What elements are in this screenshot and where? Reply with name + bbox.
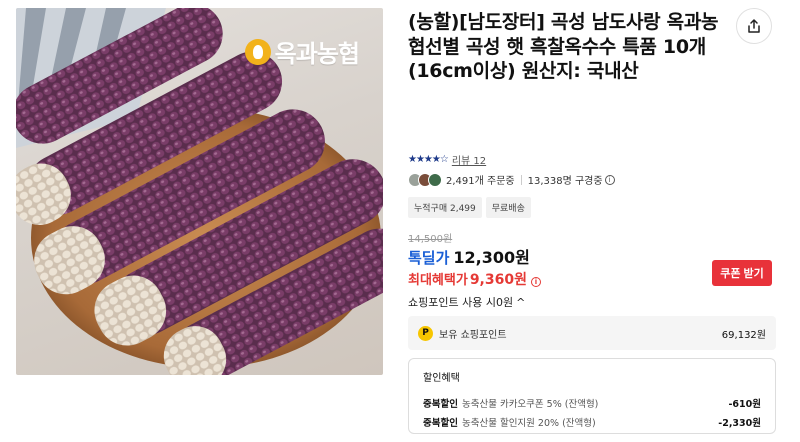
cumulative-purchase-tag: 누적구매 2,499 <box>408 197 482 218</box>
rating-row: ★★★★☆ 리뷰 12 <box>408 152 486 167</box>
deal-price-row: 톡딜가 12,300원 <box>408 244 530 268</box>
deal-price-value: 12,300원 <box>453 248 530 267</box>
discount-title: 할인혜택 <box>423 373 460 384</box>
discount-kind: 중복할인 <box>423 399 458 410</box>
discount-desc: 농축산물 할인지원 20% (잔액형) <box>461 418 596 429</box>
points-balance-box: P 보유 쇼핑포인트 69,132원 <box>408 316 776 350</box>
free-shipping-tag: 무료배송 <box>485 197 531 218</box>
original-price: 14,500원 <box>408 234 453 245</box>
avatar <box>428 172 442 187</box>
order-count: 2,491개 주문중 <box>446 176 515 187</box>
product-image: 옥과농협 <box>16 8 383 375</box>
discount-desc: 농축산물 카카오쿠폰 5% (잔액형) <box>461 399 599 410</box>
max-benefit-value: 9,360원 <box>469 272 527 288</box>
discount-kind: 중복할인 <box>423 418 458 429</box>
max-benefit-row: 최대혜택가 9,360원 i <box>408 269 541 289</box>
stats-row: 2,491개 주문중 13,338명 구경중 i <box>408 172 615 187</box>
discount-line: 중복할인 농축산물 카카오쿠폰 5% (잔액형) -610원 <box>423 396 761 410</box>
chevron-up-icon: ^ <box>516 295 526 309</box>
share-icon <box>748 19 760 33</box>
buyer-avatars <box>408 172 442 187</box>
info-icon[interactable]: i <box>604 174 615 185</box>
review-link[interactable]: 리뷰 12 <box>452 152 486 167</box>
points-usage-label: 쇼핑포인트 사용 시0원 <box>408 296 514 309</box>
tag-list: 누적구매 2,499 무료배송 <box>408 197 531 218</box>
divider <box>520 174 522 185</box>
points-balance-amount: 69,132원 <box>721 329 766 341</box>
info-icon[interactable]: i <box>530 277 541 287</box>
rating-stars: ★★★★☆ <box>408 154 449 165</box>
view-count: 13,338명 구경중 <box>527 176 603 187</box>
discount-amount: -610원 <box>728 399 761 410</box>
product-info-panel: (농할)[남도장터] 곡성 남도사랑 옥과농협선별 곡성 햇 흑찰옥수수 특품 … <box>408 0 780 442</box>
product-title: (농할)[남도장터] 곡성 남도사랑 옥과농협선별 곡성 햇 흑찰옥수수 특품 … <box>408 11 719 82</box>
share-button[interactable] <box>736 8 772 44</box>
get-coupon-button[interactable]: 쿠폰 받기 <box>712 260 772 286</box>
ricegrain-logo-icon <box>244 38 271 65</box>
discount-benefits-box: 할인혜택 중복할인 농축산물 카카오쿠폰 5% (잔액형) -610원 중복할인… <box>408 358 776 434</box>
points-balance-label: 보유 쇼핑포인트 <box>439 329 507 341</box>
brand-logo: 옥과농협 <box>244 34 360 69</box>
max-benefit-label: 최대혜택가 <box>408 273 468 288</box>
deal-price-label: 톡딜가 <box>408 249 450 267</box>
discount-line: 중복할인 농축산물 할인지원 20% (잔액형) -2,330원 <box>423 415 761 429</box>
points-usage-toggle[interactable]: 쇼핑포인트 사용 시0원 ^ <box>408 294 525 310</box>
brand-logo-text: 옥과농협 <box>274 40 360 68</box>
discount-amount: -2,330원 <box>718 418 761 429</box>
point-icon: P <box>418 325 433 341</box>
